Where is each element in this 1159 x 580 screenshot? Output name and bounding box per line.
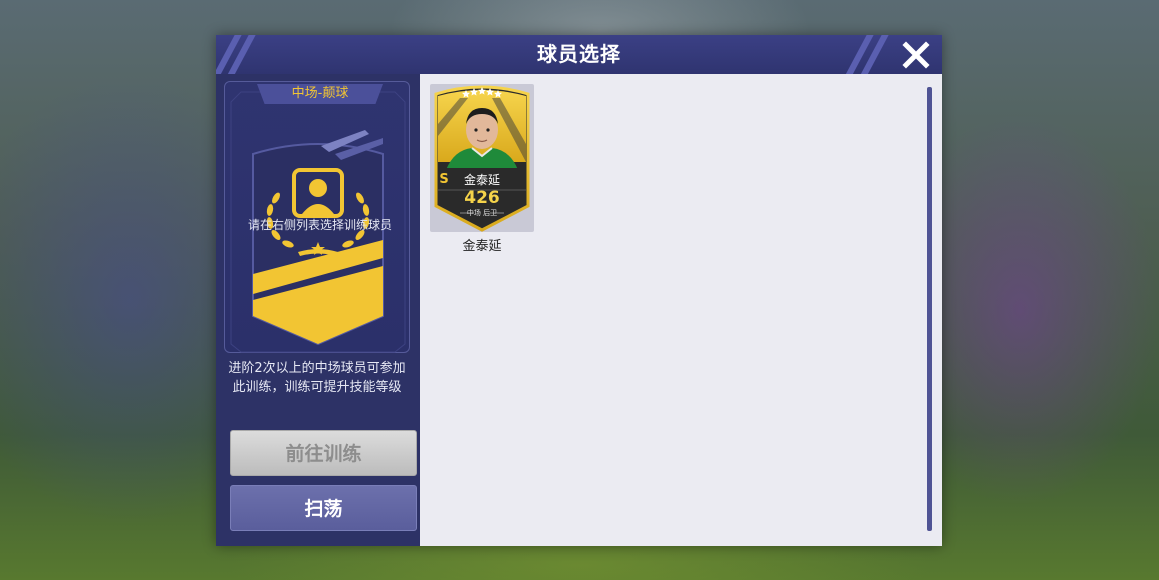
player-card-name: 金泰延 [463,173,500,187]
player-rating: 426 [464,188,500,208]
training-description: 进阶2次以上的中场球员可参加此训练，训练可提升技能等级 [228,361,406,395]
player-grade: S [439,172,449,187]
empty-card-slot: 中场-颠球 请在右侧列表选择训练球员 [224,81,410,353]
close-icon [902,41,930,69]
player-list-item[interactable]: S 金泰延 426 中场 后卫 金泰延 [430,84,536,254]
go-train-button[interactable]: 前往训练 [230,430,417,476]
laurel-emblem-icon [266,168,370,256]
player-card: S 金泰延 426 中场 后卫 [430,84,534,232]
select-player-hint: 请在右侧列表选择训练球员 [247,218,392,232]
dialog-title: 球员选择 [537,42,621,66]
list-scrollbar[interactable] [927,87,932,531]
player-positions: 中场 后卫 [466,209,498,217]
close-button[interactable] [900,39,932,71]
player-name: 金泰延 [462,239,502,254]
training-info-panel: 中场-颠球 请在右侧列表选择训练球员 进阶2次以上的中场球员可参加此训练，训练可… [222,79,417,541]
title-bar: 球员选择 [216,35,942,74]
player-select-dialog: 球员选择 中场-颠球 请在右侧列表选择训练球员 进阶2次以上的中场球员可参加此训… [216,35,942,546]
player-list: S 金泰延 426 中场 后卫 金泰延 [420,74,942,546]
sweep-button[interactable]: 扫荡 [230,485,417,531]
training-category-label: 中场-颠球 [257,84,383,104]
